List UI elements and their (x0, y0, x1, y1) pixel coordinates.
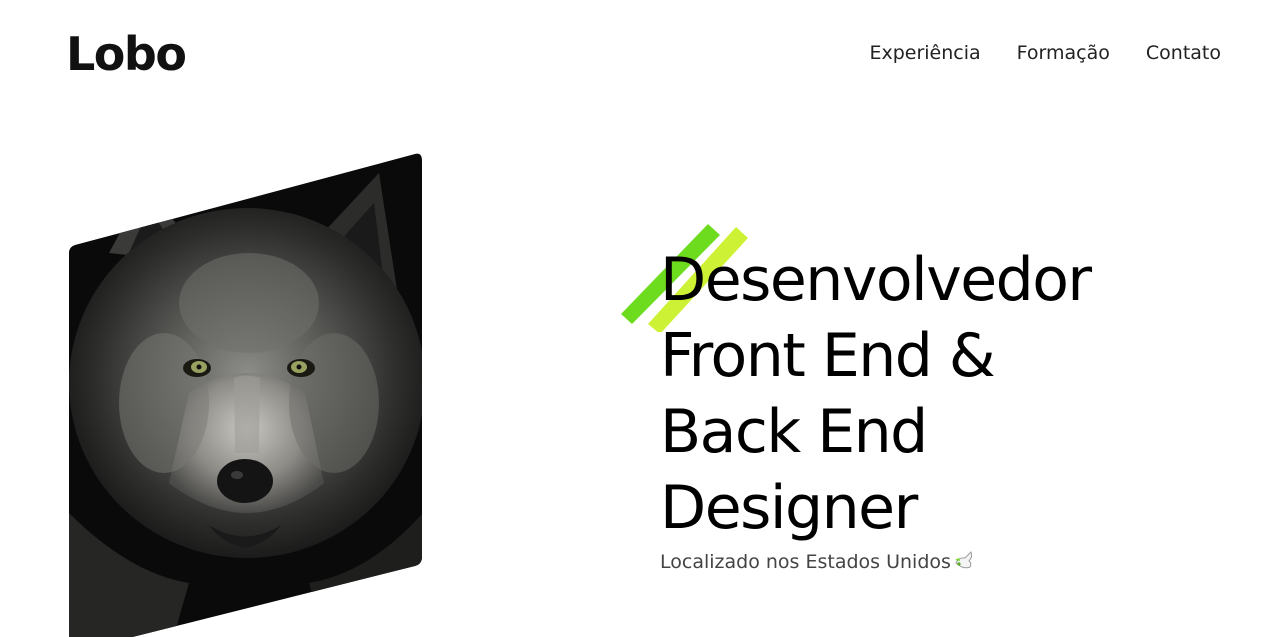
nav-item-experiencia[interactable]: Experiência (869, 40, 980, 66)
location-text: Localizado nos Estados Unidos (660, 549, 975, 578)
wolf-image (69, 153, 423, 637)
location-label: Localizado nos Estados Unidos (660, 551, 951, 573)
nav-item-contato[interactable]: Contato (1146, 40, 1221, 66)
nav-item-formacao[interactable]: Formação (1017, 40, 1110, 66)
site-logo[interactable]: Lobo (66, 26, 187, 82)
main-nav: Experiência Formação Contato (869, 40, 1221, 66)
headline-line-4: Designer (660, 473, 918, 543)
headline-line-2: Front End & (660, 321, 996, 391)
headline-line-3: Back End (660, 397, 928, 467)
hero-headline-block: Desenvolvedor Front End & Back End Desig… (660, 242, 1260, 546)
dove-icon (953, 549, 975, 578)
hero-headline: Desenvolvedor Front End & Back End Desig… (660, 242, 1260, 546)
headline-line-1: Desenvolvedor (660, 245, 1092, 315)
site-header: Lobo Experiência Formação Contato (0, 0, 1287, 110)
portfolio-page: Lobo Experiência Formação Contato Desenv… (0, 0, 1287, 637)
